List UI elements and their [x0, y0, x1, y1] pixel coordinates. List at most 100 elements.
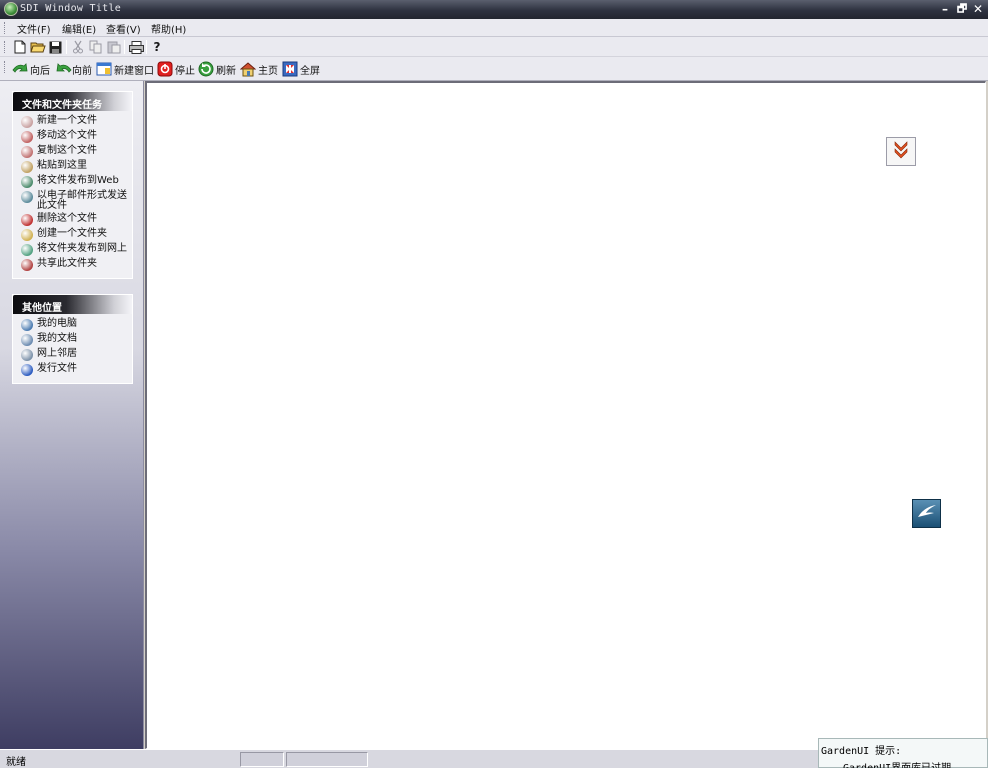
paste-here-icon: [21, 161, 33, 173]
home-button[interactable]: 主页: [239, 60, 278, 78]
places-item[interactable]: 我的电脑: [21, 319, 128, 331]
toolbar-grip[interactable]: [4, 41, 7, 53]
new-file-icon: [21, 116, 33, 128]
fullscreen-label: 全屏: [300, 65, 320, 77]
refresh-label: 刷新: [216, 65, 236, 77]
tasks-item[interactable]: 新建一个文件: [21, 116, 128, 128]
menubar-grip[interactable]: [4, 22, 7, 34]
stop-label: 停止: [175, 65, 195, 77]
tasks-item-label: 粘贴到这里: [37, 160, 87, 171]
tasks-item-label: 新建一个文件: [37, 115, 97, 126]
my-computer-icon: [21, 319, 33, 331]
tasks-item[interactable]: 删除这个文件: [21, 214, 128, 226]
other-places-panel: 其他位置 我的电脑我的文档网上邻居发行文件: [12, 294, 133, 384]
tasks-item-label: 删除这个文件: [37, 213, 97, 224]
standard-toolbar: ?: [0, 37, 988, 57]
home-icon: [239, 61, 257, 77]
window-title: SDI Window Title: [20, 3, 122, 14]
home-label: 主页: [258, 65, 278, 77]
paste-icon[interactable]: [106, 39, 122, 55]
copy-file-icon: [21, 146, 33, 158]
new-window-button[interactable]: 新建窗口: [96, 60, 154, 78]
network-icon: [21, 349, 33, 361]
back-button[interactable]: 向后: [12, 60, 50, 78]
file-tasks-list: 新建一个文件 移动这个文件复制这个文件粘贴到这里将文件发布到Web 以电子邮件形式发…: [13, 111, 132, 278]
other-places-header[interactable]: 其他位置: [13, 295, 132, 314]
copy-icon[interactable]: [88, 39, 104, 55]
menu-edit[interactable]: 编辑(E): [62, 21, 96, 36]
tasks-item-label: 将文件夹发布到网上: [37, 243, 127, 254]
navigation-toolbar: 向后 向前 新建窗口 停止 刷新 主页 全屏: [0, 57, 988, 81]
notification-tooltip[interactable]: GardenUI 提示: GardenUI界面库已过期，: [818, 738, 988, 768]
places-item[interactable]: 发行文件: [21, 364, 128, 376]
places-item-label: 网上邻居: [37, 348, 77, 359]
tasks-item[interactable]: 复制这个文件: [21, 146, 128, 158]
cut-icon[interactable]: [70, 39, 86, 55]
main-content-area[interactable]: [145, 81, 986, 749]
places-item-label: 发行文件: [37, 363, 77, 374]
my-documents-icon: [21, 334, 33, 346]
title-bar: SDI Window Title – 🗗 ✕: [0, 0, 988, 19]
toolbar-separator: [66, 40, 67, 54]
move-file-icon: [21, 131, 33, 143]
save-icon[interactable]: [47, 39, 63, 55]
tooltip-title: GardenUI 提示:: [821, 746, 902, 757]
double-down-arrow-icon: [893, 141, 909, 162]
delete-file-icon: [21, 214, 33, 226]
toolbar-grip[interactable]: [4, 61, 7, 73]
tasks-item-label: 创建一个文件夹: [37, 228, 107, 239]
tasks-item[interactable]: 粘贴到这里: [21, 161, 128, 173]
email-file-icon: [21, 191, 33, 203]
create-folder-icon: [21, 229, 33, 241]
tasks-item[interactable]: 将文件发布到Web: [21, 176, 128, 188]
file-tasks-panel: 文件和文件夹任务 新建一个文件 移动这个文件复制这个文件粘贴到这里将文件发布到We…: [12, 91, 133, 279]
tasks-item[interactable]: 创建一个文件夹: [21, 229, 128, 241]
share-folder-icon: [21, 259, 33, 271]
tooltip-body: GardenUI界面库已过期，: [843, 759, 961, 768]
open-icon[interactable]: [30, 39, 46, 55]
refresh-button[interactable]: 刷新: [198, 60, 236, 78]
fullscreen-icon: [282, 61, 298, 77]
other-places-list: 我的电脑我的文档网上邻居发行文件: [13, 314, 132, 383]
tasks-item-label: 共享此文件夹: [37, 258, 97, 269]
refresh-icon: [198, 61, 214, 77]
menu-bar: 文件(F) 编辑(E) 查看(V) 帮助(H): [0, 19, 988, 37]
tasks-item-label: 移动这个文件: [37, 130, 97, 141]
menu-view[interactable]: 查看(V): [106, 21, 141, 36]
tasks-item[interactable]: 将文件夹发布到网上: [21, 244, 128, 256]
stop-button[interactable]: 停止: [157, 60, 195, 78]
forward-arrow-icon: [54, 61, 72, 77]
places-item-label: 我的文档: [37, 333, 77, 344]
forward-button[interactable]: 向前: [54, 60, 92, 78]
publish-folder-icon: [21, 244, 33, 256]
fullscreen-button[interactable]: 全屏: [282, 60, 320, 78]
tasks-item[interactable]: 以电子邮件形式发送此文件: [21, 191, 128, 211]
stop-icon: [157, 61, 173, 77]
restore-button[interactable]: 🗗: [955, 2, 969, 16]
toolbar-separator: [124, 40, 125, 54]
places-item[interactable]: 网上邻居: [21, 349, 128, 361]
status-pane: [286, 752, 368, 767]
print-icon[interactable]: [128, 39, 144, 55]
tasks-item-label: 以电子邮件形式发送此文件: [37, 190, 127, 211]
new-window-label: 新建窗口: [114, 65, 154, 77]
tasks-item[interactable]: 移动这个文件: [21, 131, 128, 143]
new-icon[interactable]: [12, 39, 28, 55]
tasks-item-label: 将文件发布到Web: [37, 175, 119, 186]
new-window-icon: [96, 61, 112, 77]
help-icon[interactable]: ?: [149, 39, 165, 55]
menu-file[interactable]: 文件(F): [17, 21, 51, 36]
places-item[interactable]: 我的文档: [21, 334, 128, 346]
close-button[interactable]: ✕: [971, 2, 985, 16]
collapse-button[interactable]: [886, 137, 916, 166]
status-text: 就绪: [6, 757, 26, 768]
info-icon: [21, 364, 33, 376]
back-label: 向后: [30, 65, 50, 77]
file-tasks-header[interactable]: 文件和文件夹任务: [13, 92, 132, 111]
tasks-item[interactable]: 共享此文件夹: [21, 259, 128, 271]
menu-help[interactable]: 帮助(H): [151, 21, 186, 36]
minimize-button[interactable]: –: [938, 2, 952, 16]
bird-button[interactable]: [912, 499, 941, 528]
bird-icon: [916, 503, 938, 524]
status-pane: [240, 752, 284, 767]
